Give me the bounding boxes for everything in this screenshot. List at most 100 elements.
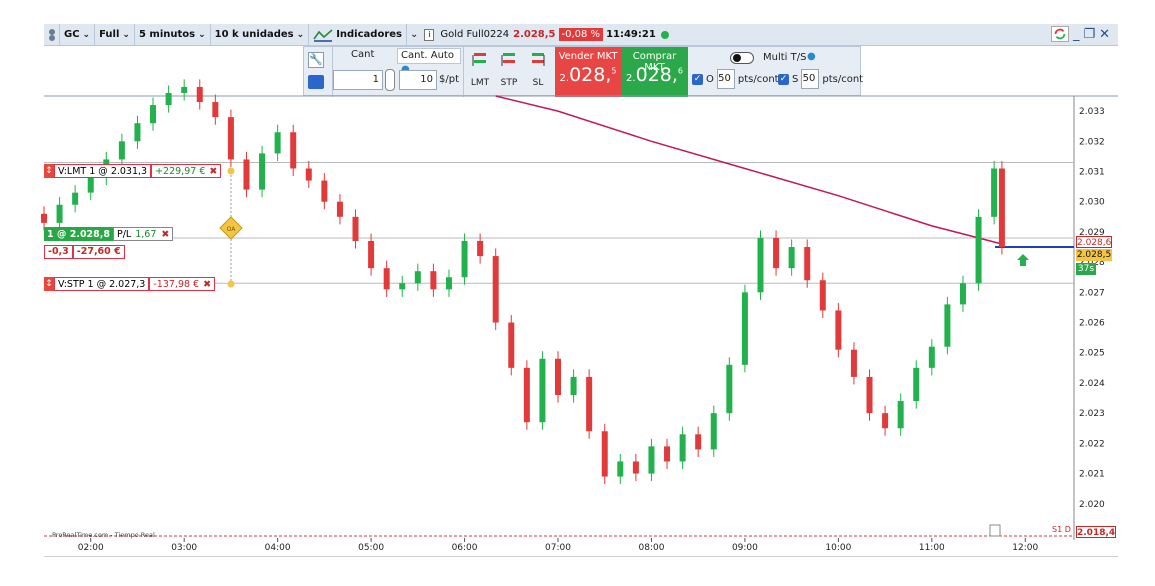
- oa-marker[interactable]: [219, 216, 243, 240]
- drag-handle-icon[interactable]: ↕: [44, 277, 54, 291]
- o-input[interactable]: 50: [716, 69, 735, 89]
- units-label: 10 k unidades: [214, 29, 294, 40]
- candle-body: [414, 271, 421, 284]
- stop-order-label[interactable]: ↕ V:STP 1 @ 2.027,3 -137,98 € ✖: [44, 277, 216, 291]
- candle-body: [539, 358, 546, 423]
- sell-market-button[interactable]: Vender MKT 2.028,5: [555, 47, 621, 97]
- limit-order-label[interactable]: ↕ V:LMT 1 @ 2.031,3 +229,97 € ✖: [44, 164, 222, 178]
- lmt-button[interactable]: LMT: [468, 51, 492, 93]
- candle-body: [975, 216, 982, 284]
- bracket-handle-bottom[interactable]: [227, 280, 235, 288]
- close-icon[interactable]: ✖: [209, 166, 217, 177]
- time-tick-label: 04:00: [265, 543, 291, 553]
- candle-body: [399, 283, 406, 290]
- position-label[interactable]: 1 @ 2.028,8 P/L 1,67 ✖: [44, 227, 174, 241]
- buy-price: 2.028,6: [621, 64, 688, 86]
- chevron-down-icon: ⌄: [296, 29, 305, 40]
- pl-value: 1,67: [135, 228, 157, 240]
- buy-market-button[interactable]: Comprar MKT 2.028,6: [621, 47, 688, 97]
- multi-ts-toggle[interactable]: [730, 52, 754, 64]
- order-panel: 🔧 Cant Cant. Auto ● 1 10 $/pt LMT STP SL…: [303, 46, 863, 97]
- candle-body: [617, 461, 624, 477]
- price-tick-label: 2.023: [1079, 409, 1105, 419]
- candle-body: [928, 346, 935, 368]
- cant-auto-button[interactable]: Cant. Auto ●: [397, 48, 461, 75]
- candle-body: [773, 237, 780, 269]
- refresh-icon[interactable]: [1050, 26, 1069, 42]
- stop-pnl-value: -137,98 €: [153, 278, 200, 290]
- o-label: O: [706, 73, 714, 85]
- change-badge: -0,08 %: [558, 28, 604, 41]
- candle-body: [523, 367, 530, 423]
- time-tick-label: 03:00: [171, 543, 197, 553]
- candle-body: [991, 168, 998, 217]
- drag-handle-icon[interactable]: ↕: [44, 164, 54, 178]
- bracket-handle-top[interactable]: [227, 167, 235, 175]
- info-icon[interactable]: i: [421, 24, 437, 45]
- price-tick-label: 2.024: [1079, 379, 1105, 389]
- timeframe-selector[interactable]: 5 minutos ⌄: [135, 24, 211, 45]
- o-checkbox[interactable]: ✓: [692, 73, 703, 85]
- per-point-unit: $/pt: [439, 74, 459, 85]
- position-pnl-row: -0,3 -27,60 €: [44, 245, 125, 259]
- candle-body: [165, 92, 172, 106]
- per-point-input[interactable]: 10: [399, 70, 437, 90]
- s-input[interactable]: 50: [801, 69, 820, 89]
- quantity-input[interactable]: 1: [333, 70, 383, 90]
- minimize-icon[interactable]: _: [1073, 27, 1080, 42]
- sl-button[interactable]: SL: [526, 51, 550, 93]
- stp-button[interactable]: STP: [497, 51, 521, 93]
- multi-ts-label: Multi T/S: [763, 52, 807, 63]
- candle-body: [290, 132, 297, 169]
- close-icon[interactable]: ✖: [203, 279, 211, 290]
- candle-body: [804, 247, 811, 281]
- moving-average: [495, 95, 1003, 245]
- candle-body: [445, 277, 452, 290]
- close-icon[interactable]: ✖: [161, 229, 169, 240]
- mode-label: Full: [99, 29, 120, 40]
- buy-price-prefix: 2.: [626, 73, 636, 84]
- buy-price-sup: 6: [677, 66, 683, 76]
- stop-order-text: V:STP 1 @ 2.027,3: [58, 278, 146, 290]
- pnl-points: -0,3: [44, 245, 73, 259]
- limit-order-icon: [472, 53, 486, 66]
- sell-label: Vender MKT: [558, 51, 618, 62]
- candle-body: [118, 141, 125, 160]
- candle-body: [181, 86, 188, 93]
- candle-body: [664, 446, 671, 462]
- keyboard-icon[interactable]: [308, 75, 324, 89]
- price-tick-label: 2.025: [1079, 349, 1105, 359]
- link-icon[interactable]: [385, 69, 395, 91]
- indicators-button[interactable]: Indicadores: [309, 24, 407, 45]
- chat-icon: ●: [807, 51, 816, 62]
- close-icon[interactable]: ✕: [1099, 27, 1110, 42]
- candle-body: [850, 349, 857, 377]
- settings-icon-button[interactable]: [44, 24, 60, 45]
- candle-body: [710, 413, 717, 450]
- candle-body: [305, 168, 312, 181]
- s-checkbox[interactable]: ✓: [778, 73, 789, 85]
- time-tick-label: 02:00: [78, 543, 104, 553]
- units-selector[interactable]: 10 k unidades ⌄: [211, 24, 310, 45]
- time-tick-label: 09:00: [732, 543, 758, 553]
- sell-price-tag: 2.028,6: [1076, 236, 1112, 248]
- indicators-label: Indicadores: [336, 29, 402, 40]
- candle-body: [695, 434, 702, 450]
- trading-window: { "toolbar": { "symbol": "GC", "mode": "…: [0, 0, 1155, 586]
- candle-body: [648, 446, 655, 474]
- time-tick-label: 10:00: [825, 543, 851, 553]
- info-icon[interactable]: [989, 524, 1001, 537]
- candle-body: [352, 216, 359, 241]
- candle-body: [492, 256, 499, 323]
- symbol-label: GC: [64, 29, 80, 40]
- position-text: 1 @ 2.028,8: [44, 227, 113, 241]
- candle-body: [679, 434, 686, 462]
- footer-line: [44, 556, 1118, 557]
- indicators-dropdown[interactable]: ⌄: [407, 24, 421, 45]
- mode-selector[interactable]: Full ⌄: [95, 24, 135, 45]
- tools-icon[interactable]: 🔧: [308, 52, 324, 68]
- restore-icon[interactable]: ❐: [1083, 27, 1095, 42]
- candle-body: [336, 201, 343, 217]
- candle-body: [87, 177, 94, 193]
- symbol-selector[interactable]: GC ⌄: [60, 24, 96, 45]
